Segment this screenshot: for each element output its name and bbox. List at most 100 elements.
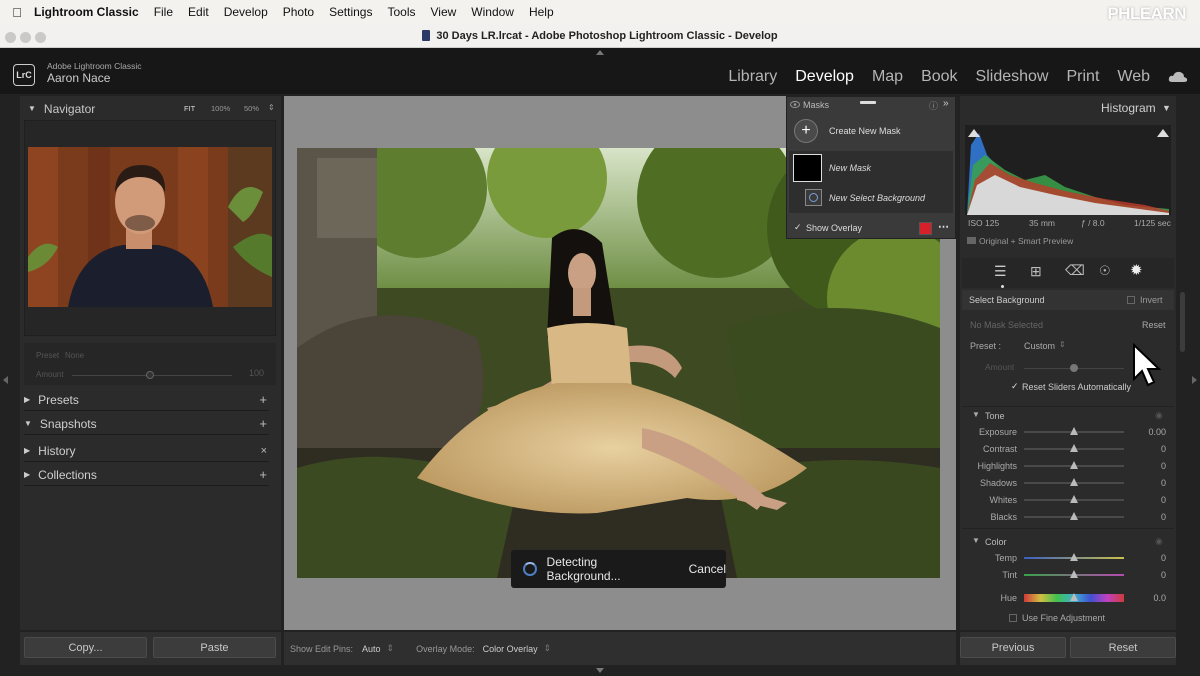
zoom-window-button[interactable] [35,32,46,43]
menu-window[interactable]: Window [471,5,514,19]
slider-temp[interactable]: Temp 0 [962,550,1172,567]
histogram-graph[interactable] [965,125,1171,215]
collapse-masks-icon[interactable]: » [943,98,949,109]
previous-button[interactable]: Previous [960,637,1066,658]
paste-button[interactable]: Paste [153,637,276,658]
create-mask-icon[interactable]: + [794,119,818,143]
zoom-50[interactable]: 50% [244,104,259,113]
slider-thumb[interactable] [1070,427,1078,435]
slider-hue[interactable]: Hue 0.0 [962,590,1172,607]
slider-value[interactable]: 0 [1161,570,1166,580]
cloud-icon[interactable] [1168,70,1188,83]
slider-value[interactable]: 0 [1161,512,1166,522]
navigator-header[interactable]: ▼ Navigator [28,100,278,117]
clear-history-icon[interactable]: × [261,445,267,457]
color-title[interactable]: Color [985,537,1007,547]
fine-adjust-checkbox[interactable] [1009,614,1017,622]
copy-button[interactable]: Copy... [24,637,147,658]
module-slideshow[interactable]: Slideshow [976,68,1049,86]
edit-sliders-icon[interactable]: ☰ [994,263,1007,280]
crop-icon[interactable]: ⊞ [1030,263,1042,280]
red-eye-icon[interactable]: ☉ [1099,263,1111,279]
slider-value[interactable]: 0 [1161,461,1166,471]
add-collection-icon[interactable]: + [259,467,267,482]
collapse-top-panel-icon[interactable] [596,50,604,55]
presets-header[interactable]: ▶ Presets + [24,389,269,411]
slider-thumb[interactable] [1070,495,1078,503]
menu-file[interactable]: File [154,5,173,19]
minimize-window-button[interactable] [20,32,31,43]
slider-value[interactable]: 0 [1161,444,1166,454]
slider-thumb[interactable] [1070,512,1078,520]
collapse-filmstrip-icon[interactable] [596,668,604,673]
menu-develop[interactable]: Develop [224,5,268,19]
add-preset-icon[interactable]: + [259,392,267,407]
apple-icon[interactable]:  [0,5,34,20]
module-web[interactable]: Web [1117,68,1150,86]
zoom-100[interactable]: 100% [211,104,230,113]
panel-drag-handle[interactable] [860,101,876,104]
slider-whites[interactable]: Whites 0 [962,492,1172,509]
slider-thumb[interactable] [1070,553,1078,561]
slider-value[interactable]: 0.0 [1153,593,1166,603]
mask-thumbnail[interactable] [793,154,822,182]
mask-preset-select[interactable]: Custom [1024,341,1055,351]
module-library[interactable]: Library [728,68,777,86]
zoom-more-icon[interactable]: ⇕ [268,103,275,112]
module-develop[interactable]: Develop [795,68,854,86]
module-print[interactable]: Print [1066,68,1099,86]
masking-icon[interactable]: ✹ [1130,261,1143,279]
color-eye-icon[interactable]: ◉ [1155,536,1163,547]
cancel-detect-button[interactable]: Cancel [689,562,726,576]
menu-view[interactable]: View [430,5,456,19]
slider-thumb[interactable] [1070,444,1078,452]
collapse-left-panel-icon[interactable] [3,376,8,384]
add-snapshot-icon[interactable]: + [259,416,267,431]
slider-value[interactable]: 0 [1161,553,1166,563]
snapshots-header[interactable]: ▼ Snapshots + [24,413,269,435]
history-header[interactable]: ▶ History × [24,440,269,462]
reset-sliders-checkbox[interactable]: ✓ [1011,381,1019,392]
collapse-triangle-icon[interactable]: ▼ [972,410,980,419]
module-map[interactable]: Map [872,68,903,86]
collections-header[interactable]: ▶ Collections + [24,464,269,486]
show-overlay-checkbox[interactable]: ✓ [794,222,802,233]
reset-mask-button[interactable]: Reset [1142,320,1166,330]
histogram-title[interactable]: Histogram [1101,101,1156,115]
slider-thumb[interactable] [1070,570,1078,578]
amount-thumb[interactable] [1070,364,1078,372]
slider-shadows[interactable]: Shadows 0 [962,475,1172,492]
edit-pins-select[interactable]: Auto [362,644,381,654]
slider-value[interactable]: 0 [1161,495,1166,505]
eye-icon[interactable] [790,101,800,108]
module-book[interactable]: Book [921,68,957,86]
reset-button[interactable]: Reset [1070,637,1176,658]
mask-component[interactable]: New Select Background [829,193,925,203]
slider-contrast[interactable]: Contrast 0 [962,441,1172,458]
collapse-triangle-icon[interactable]: ▼ [1162,103,1171,113]
close-window-button[interactable] [5,32,16,43]
menu-settings[interactable]: Settings [329,5,372,19]
slider-thumb[interactable] [1070,461,1078,469]
healing-icon[interactable]: ⌫ [1065,262,1085,279]
create-new-mask-button[interactable]: Create New Mask [829,126,901,136]
slider-value[interactable]: 0 [1161,478,1166,488]
tone-title[interactable]: Tone [985,411,1005,421]
menu-tools[interactable]: Tools [387,5,415,19]
slider-blacks[interactable]: Blacks 0 [962,509,1172,526]
zoom-fit[interactable]: FIT [184,104,195,113]
slider-highlights[interactable]: Highlights 0 [962,458,1172,475]
slider-exposure[interactable]: Exposure 0.00 [962,424,1172,441]
overlay-color-swatch[interactable] [919,222,932,235]
preview-status[interactable]: Original + Smart Preview [979,236,1073,246]
select-background-icon[interactable] [805,189,822,206]
slider-tint[interactable]: Tint 0 [962,567,1172,584]
slider-thumb[interactable] [1070,478,1078,486]
menu-help[interactable]: Help [529,5,554,19]
tone-eye-icon[interactable]: ◉ [1155,410,1163,421]
nav-amount-thumb[interactable] [146,371,154,379]
right-panel-scrollbar[interactable] [1180,292,1185,352]
slider-thumb[interactable] [1070,593,1078,601]
menu-edit[interactable]: Edit [188,5,209,19]
invert-checkbox[interactable] [1127,296,1135,304]
